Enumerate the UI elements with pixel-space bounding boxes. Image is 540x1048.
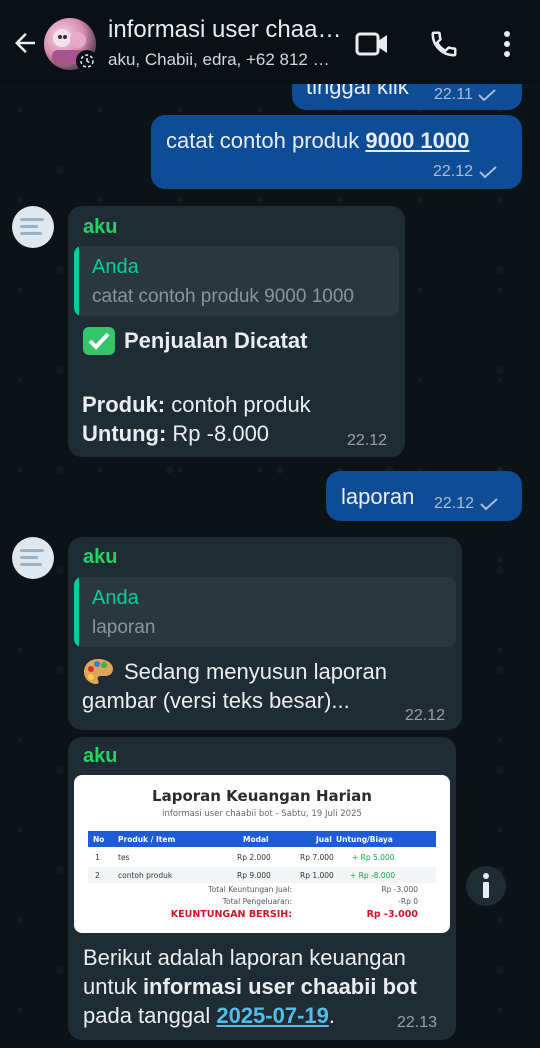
sender-name[interactable]: aku	[83, 216, 117, 239]
report-row: 1 tes Rp 2.000 Rp 7.000 + Rp 5.000	[95, 853, 395, 862]
incoming-message[interactable]: aku Anda laporan Sedang menyusun laporan…	[68, 537, 462, 730]
sender-avatar[interactable]	[12, 537, 54, 579]
quoted-message[interactable]: Anda laporan	[74, 577, 456, 647]
report-subtitle: informasi user chaabii bot - Sabtu, 19 J…	[162, 809, 362, 819]
message-time: 22.13	[397, 1014, 438, 1031]
total-expense-label: Total Pengeluaran:	[222, 897, 292, 906]
number-link[interactable]: 9000 1000	[365, 128, 469, 153]
outgoing-message[interactable]: catat contoh produk 9000 1000 22.12	[151, 115, 522, 189]
message-text: catat contoh produk 9000 1000	[166, 128, 470, 153]
more-options-button[interactable]	[492, 28, 522, 60]
message-time: 22.12	[434, 495, 475, 512]
message-time: 22.12	[347, 432, 388, 449]
report-table-header: No Produk / Item Modal Jual Untung/Biaya	[88, 831, 436, 847]
message-time: 22.12	[433, 163, 474, 180]
check-emoji	[82, 326, 116, 361]
back-button[interactable]	[10, 28, 40, 58]
info-button[interactable]	[466, 866, 506, 906]
message-title: Penjualan Dicatat	[124, 328, 308, 353]
quote-author: Anda	[92, 587, 139, 609]
chat-title[interactable]: informasi user chaabii bot	[108, 16, 344, 44]
report-caption: Berikut adalah laporan keuangan untuk in…	[83, 945, 417, 1028]
message-text: Sedang menyusun laporan gambar (versi te…	[82, 659, 387, 713]
voice-call-icon	[431, 31, 457, 57]
incoming-message[interactable]: aku Anda catat contoh produk 9000 1000 P…	[68, 206, 405, 457]
more-vert-icon	[504, 31, 510, 57]
total-profit-label: Total Keuntungan Jual:	[208, 885, 292, 894]
net-profit-label: KEUNTUNGAN BERSIH:	[170, 909, 292, 920]
product-line: Produk: contoh produk	[82, 392, 311, 417]
outgoing-message[interactable]: laporan 22.12	[326, 471, 522, 521]
report-image[interactable]: Laporan Keuangan Harian informasi user c…	[74, 775, 450, 933]
message-text: laporan	[341, 484, 415, 509]
total-profit-value: Rp -3.000	[381, 885, 418, 894]
chat-members[interactable]: aku, Chabii, edra, +62 812 …	[108, 50, 344, 70]
report-title: Laporan Keuangan Harian	[152, 787, 372, 805]
chat-header: informasi user chaabii bot aku, Chabii, …	[0, 0, 540, 84]
date-link[interactable]: 2025-07-19	[216, 1003, 329, 1028]
profit-line: Untung: Rp -8.000	[82, 421, 270, 446]
sender-name[interactable]: aku	[83, 546, 117, 569]
quote-text: catat contoh produk 9000 1000	[92, 286, 354, 307]
net-profit-value: Rp -3.000	[366, 909, 418, 920]
quoted-message[interactable]: Anda catat contoh produk 9000 1000	[74, 246, 399, 316]
sent-check-icon	[479, 498, 498, 511]
video-call-button[interactable]	[354, 28, 390, 60]
message-time: 22.12	[405, 707, 446, 724]
total-expense-value: -Rp 0	[398, 897, 418, 906]
quote-author: Anda	[92, 256, 139, 278]
video-call-icon	[355, 32, 387, 56]
sent-check-icon	[478, 166, 497, 179]
community-badge-icon	[76, 50, 98, 72]
quote-text: laporan	[92, 617, 156, 638]
sent-check-icon	[478, 89, 496, 102]
message-time: 22.11	[434, 86, 473, 103]
report-row: 2 contoh produk Rp 9.000 Rp 1.000 + Rp -…	[88, 867, 436, 883]
back-arrow-icon	[15, 33, 35, 53]
voice-call-button[interactable]	[426, 28, 462, 60]
sender-avatar[interactable]	[12, 206, 54, 248]
info-icon	[483, 873, 489, 898]
sender-name[interactable]: aku	[83, 745, 117, 768]
